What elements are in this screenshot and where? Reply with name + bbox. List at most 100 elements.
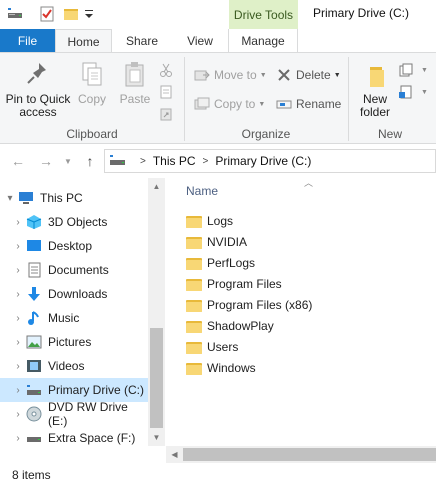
chevron-down-icon: ▼ bbox=[258, 100, 266, 108]
scrollbar-thumb[interactable] bbox=[183, 448, 436, 461]
breadcrumb-chevron-icon[interactable]: > bbox=[203, 156, 209, 167]
expand-chevron-icon[interactable]: › bbox=[10, 385, 26, 396]
tree-label: Downloads bbox=[48, 287, 108, 301]
tree-label: 3D Objects bbox=[48, 215, 108, 229]
copy-path-button[interactable] bbox=[158, 81, 178, 103]
new-folder-button[interactable]: New folder bbox=[354, 59, 396, 119]
expand-chevron-icon[interactable]: › bbox=[10, 361, 26, 372]
tree-item-documents[interactable]: › Documents bbox=[0, 258, 148, 282]
move-to-button[interactable]: Move to ▼ bbox=[194, 64, 267, 86]
expand-chevron-icon[interactable]: › bbox=[10, 289, 26, 300]
navigation-pane: ▾ This PC › 3D Objects › Desktop › Docum… bbox=[0, 186, 148, 436]
scroll-left-icon[interactable]: ◀ bbox=[166, 446, 183, 463]
paste-shortcut-button[interactable] bbox=[158, 103, 178, 125]
list-item[interactable]: Program Files bbox=[186, 273, 282, 294]
horizontal-scrollbar[interactable]: ◀ bbox=[166, 446, 436, 463]
paste-button[interactable]: Paste bbox=[116, 59, 154, 106]
up-arrow-icon[interactable]: ↑ bbox=[82, 152, 98, 170]
list-item[interactable]: Logs bbox=[186, 210, 233, 231]
list-item[interactable]: PerfLogs bbox=[186, 252, 255, 273]
pictures-icon bbox=[26, 334, 42, 350]
ribbon-divider bbox=[348, 57, 349, 141]
tab-manage[interactable]: Manage bbox=[228, 29, 298, 52]
file-name: PerfLogs bbox=[207, 255, 256, 270]
easy-access-button[interactable]: ▼ bbox=[398, 81, 428, 103]
navigation-scrollbar[interactable]: ▲ ▼ bbox=[148, 178, 165, 446]
folder-icon bbox=[186, 319, 202, 333]
new-folder-icon[interactable] bbox=[62, 5, 80, 23]
list-item[interactable]: NVIDIA bbox=[186, 231, 247, 252]
properties-check-icon[interactable] bbox=[38, 5, 56, 23]
copy-to-button[interactable]: Copy to ▼ bbox=[194, 93, 265, 115]
tab-share[interactable]: Share bbox=[112, 29, 172, 52]
pin-icon bbox=[24, 59, 52, 89]
breadcrumb-this-pc[interactable]: This PC bbox=[153, 154, 196, 168]
tree-item-downloads[interactable]: › Downloads bbox=[0, 282, 148, 306]
expand-chevron-icon[interactable]: › bbox=[10, 217, 26, 228]
tree-label: Pictures bbox=[48, 335, 92, 349]
list-item[interactable]: Users bbox=[186, 336, 238, 357]
address-bar[interactable]: > This PC > Primary Drive (C:) bbox=[104, 149, 436, 173]
new-group-label: New bbox=[377, 127, 402, 141]
list-item[interactable]: Windows bbox=[186, 357, 256, 378]
tree-label: Extra Space (F:) bbox=[48, 431, 136, 445]
expand-chevron-icon[interactable]: › bbox=[10, 337, 26, 348]
forward-arrow-icon[interactable]: → bbox=[38, 152, 54, 170]
list-item[interactable]: ShadowPlay bbox=[186, 315, 274, 336]
expand-chevron-icon[interactable]: › bbox=[10, 265, 26, 276]
cut-button[interactable] bbox=[158, 59, 178, 81]
tree-label: Videos bbox=[48, 359, 85, 373]
expand-chevron-icon[interactable]: › bbox=[10, 313, 26, 324]
tree-label: DVD RW Drive (E:) bbox=[48, 400, 128, 428]
scroll-down-icon[interactable]: ▼ bbox=[148, 429, 165, 446]
copy-label: Copy bbox=[77, 92, 106, 106]
tree-item-primary-drive[interactable]: › Primary Drive (C:) bbox=[0, 378, 148, 402]
drive-tools-header: Drive Tools bbox=[229, 0, 298, 29]
drive-icon bbox=[26, 382, 42, 398]
tree-item-pictures[interactable]: › Pictures bbox=[0, 330, 148, 354]
tab-home[interactable]: Home bbox=[55, 29, 112, 53]
pin-to-quick-access-button[interactable]: Pin to Quick access bbox=[4, 59, 72, 119]
tree-item-extra-space-visible[interactable]: › Extra Space (F:) bbox=[0, 426, 148, 450]
file-name: Users bbox=[207, 339, 239, 354]
scissors-icon bbox=[158, 62, 174, 78]
tree-label: Desktop bbox=[48, 239, 93, 253]
delete-button[interactable]: Delete ▼ bbox=[276, 64, 341, 86]
tab-view[interactable]: View bbox=[172, 29, 228, 52]
scroll-up-icon[interactable]: ▲ bbox=[148, 178, 165, 195]
copy-path-icon bbox=[158, 84, 174, 100]
paste-label: Paste bbox=[119, 92, 151, 106]
rename-button[interactable]: Rename bbox=[276, 93, 341, 115]
tree-label: Primary Drive (C:) bbox=[48, 383, 144, 397]
move-to-label: Move to bbox=[214, 68, 257, 82]
name-column-header[interactable]: Name bbox=[186, 184, 218, 198]
file-name: Program Files bbox=[207, 276, 282, 291]
customize-dropdown-icon[interactable] bbox=[83, 5, 101, 23]
copy-button[interactable]: Copy bbox=[76, 59, 108, 106]
back-arrow-icon[interactable]: ← bbox=[10, 152, 26, 170]
breadcrumb-primary-drive[interactable]: Primary Drive (C:) bbox=[215, 154, 311, 168]
tree-item-videos[interactable]: › Videos bbox=[0, 354, 148, 378]
expand-chevron-icon[interactable]: ▾ bbox=[2, 193, 18, 204]
list-item[interactable]: Program Files (x86) bbox=[186, 294, 312, 315]
tree-label: This PC bbox=[40, 191, 83, 205]
tree-item-this-pc[interactable]: ▾ This PC bbox=[0, 186, 148, 210]
scrollbar-thumb[interactable] bbox=[150, 328, 163, 428]
folder-icon bbox=[186, 235, 202, 249]
tab-file[interactable]: File bbox=[0, 29, 55, 52]
tree-item-desktop[interactable]: › Desktop bbox=[0, 234, 148, 258]
drive-icon[interactable] bbox=[6, 5, 24, 23]
tree-item-music[interactable]: › Music bbox=[0, 306, 148, 330]
expand-chevron-icon[interactable]: › bbox=[10, 433, 26, 444]
downloads-icon bbox=[26, 286, 42, 302]
file-name: Program Files (x86) bbox=[207, 297, 313, 312]
breadcrumb-chevron-icon[interactable]: > bbox=[140, 156, 146, 167]
tree-item-dvd-drive[interactable]: › DVD RW Drive (E:) bbox=[0, 400, 148, 428]
new-item-icon bbox=[398, 62, 414, 78]
recent-locations-chevron-icon[interactable]: ▼ bbox=[60, 152, 76, 170]
new-item-button[interactable]: ▼ bbox=[398, 59, 428, 81]
file-name: Logs bbox=[207, 213, 234, 228]
expand-chevron-icon[interactable]: › bbox=[10, 409, 26, 420]
tree-item-3d-objects[interactable]: › 3D Objects bbox=[0, 210, 148, 234]
expand-chevron-icon[interactable]: › bbox=[10, 241, 26, 252]
